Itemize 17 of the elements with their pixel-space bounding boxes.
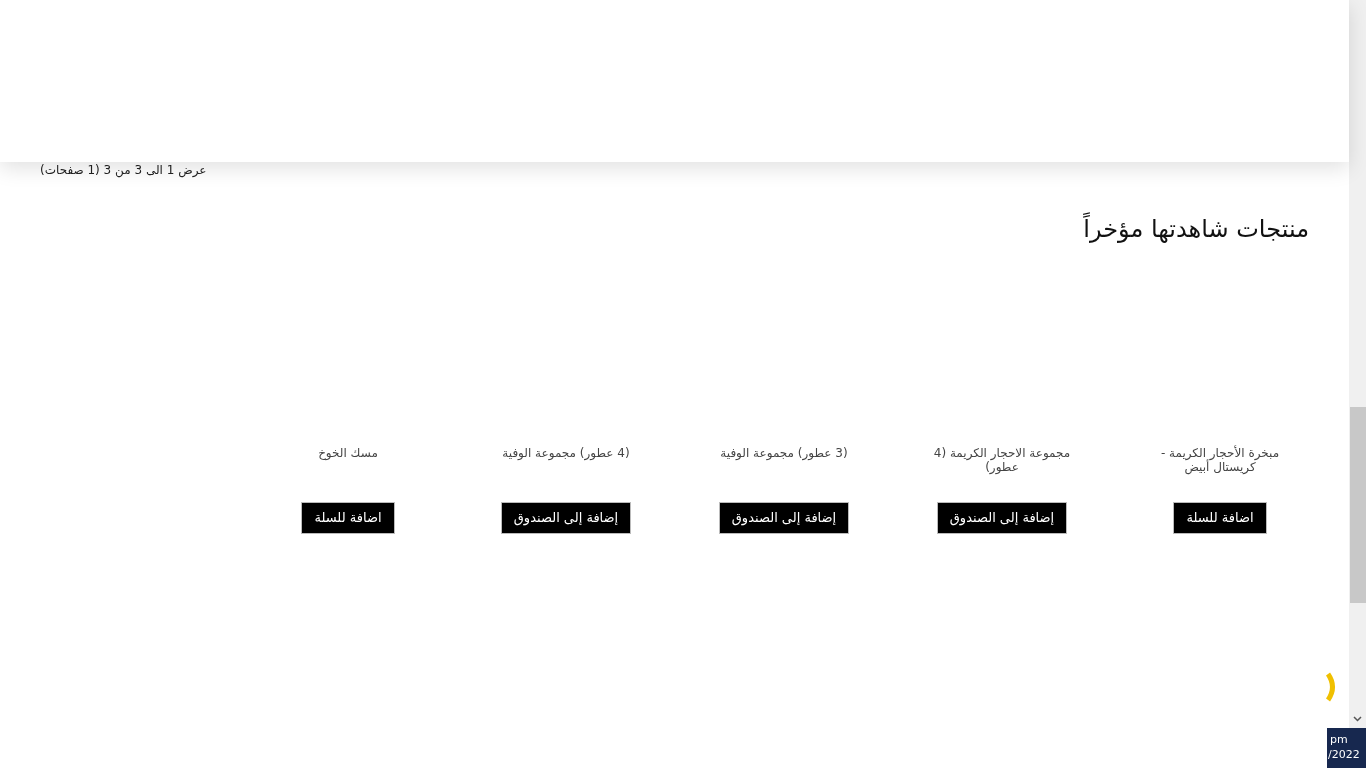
- product-name[interactable]: مبخرة الأحجار الكريمة - كريستال أبيض: [1141, 446, 1299, 474]
- add-to-cart-button[interactable]: إضافة إلى الصندوق: [718, 502, 850, 534]
- section-title: منتجات شاهدتها مؤخراً: [1083, 212, 1309, 246]
- scrollbar[interactable]: [1349, 0, 1366, 728]
- add-to-cart-button[interactable]: إضافة إلى الصندوق: [936, 502, 1068, 534]
- product-name[interactable]: (4 عطور) مجموعة الوفية: [502, 446, 630, 460]
- add-to-cart-button[interactable]: إضافة إلى الصندوق: [500, 502, 632, 534]
- scroll-down-icon[interactable]: [1353, 716, 1362, 722]
- clock-time: pm: [1329, 732, 1348, 747]
- product-name[interactable]: مسك الخوخ: [318, 446, 378, 460]
- scrollbar-thumb[interactable]: [1350, 407, 1366, 603]
- add-to-cart-button[interactable]: اضافة للسلة: [1173, 502, 1267, 534]
- product-name[interactable]: (3 عطور) مجموعة الوفية: [720, 446, 848, 460]
- add-to-cart-button[interactable]: اضافة للسلة: [301, 502, 395, 534]
- product-name[interactable]: مجموعة الاحجار الكريمة (4 عطور): [923, 446, 1081, 474]
- clock-date: /2022: [1328, 747, 1360, 762]
- pagination-summary: عرض 1 الى 3 من 3 (1 صفحات): [40, 162, 207, 178]
